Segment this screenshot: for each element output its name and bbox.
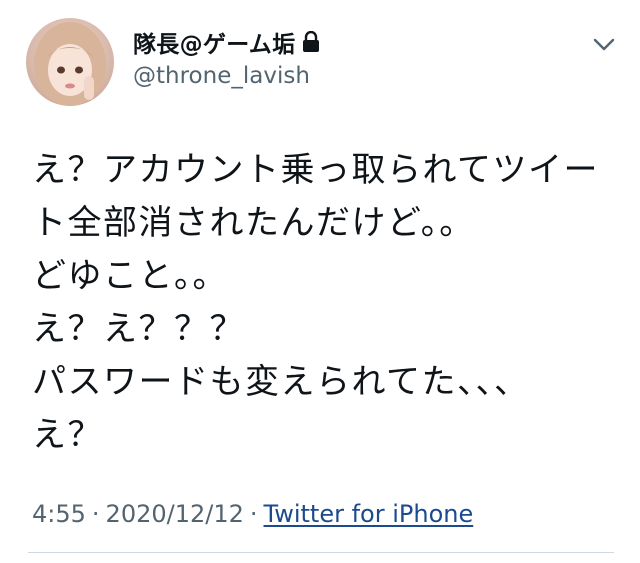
tweet-line: え？アカウント乗っ取られてツイー bbox=[32, 150, 599, 190]
tweet-text: え？アカウント乗っ取られてツイー ト全部消されたんだけど。。 どゆこと。。 え？… bbox=[32, 144, 612, 462]
tweet-time[interactable]: 4:55 bbox=[32, 500, 86, 528]
tweet-date[interactable]: 2020/12/12 bbox=[106, 500, 244, 528]
display-name[interactable]: 隊長@ゲーム垢 bbox=[133, 25, 295, 59]
divider bbox=[28, 552, 614, 553]
meta-separator: · bbox=[249, 500, 258, 528]
avatar-image bbox=[26, 18, 114, 106]
tweet-line: ト全部消されたんだけど。。 bbox=[32, 203, 475, 243]
author-header: 隊長@ゲーム垢 bbox=[133, 26, 321, 58]
tweet-card: 隊長@ゲーム垢 @throne_lavish え？アカウント乗っ取られてツイー … bbox=[0, 0, 640, 563]
lock-icon bbox=[301, 30, 321, 53]
tweet-line: え？ bbox=[32, 415, 103, 455]
tweet-meta: 4:55 · 2020/12/12 · Twitter for iPhone bbox=[32, 500, 473, 528]
meta-separator: · bbox=[91, 500, 100, 528]
chevron-down-icon[interactable] bbox=[591, 36, 617, 54]
tweet-line: どゆこと。。 bbox=[32, 256, 228, 296]
tweet-line: パスワードも変えられてた、、、 bbox=[32, 362, 530, 402]
avatar[interactable] bbox=[26, 18, 114, 106]
user-handle[interactable]: @throne_lavish bbox=[133, 63, 310, 89]
tweet-line: え？え？？？ bbox=[32, 309, 245, 349]
source-link[interactable]: Twitter for iPhone bbox=[264, 500, 474, 528]
